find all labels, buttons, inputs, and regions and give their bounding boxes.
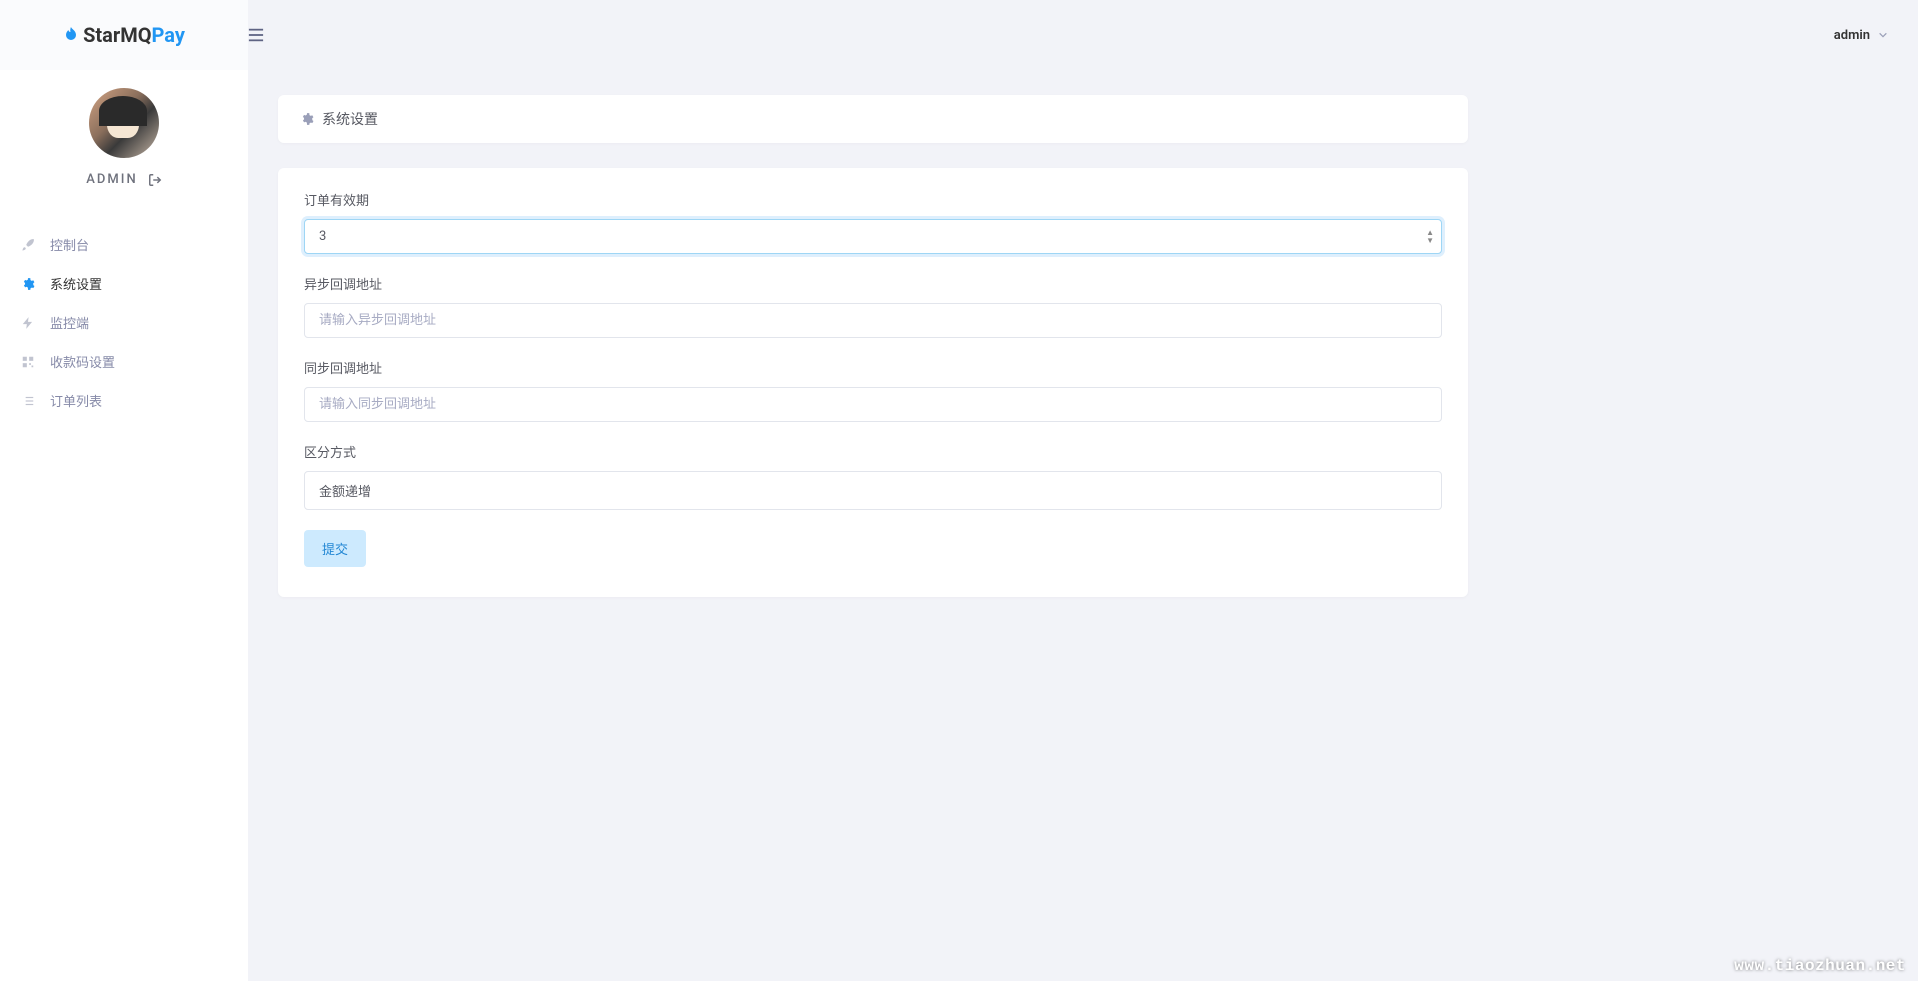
sidebar-item-label: 系统设置 [50,274,102,293]
sidebar-item-monitor[interactable]: 监控端 [0,303,248,342]
label-async-callback: 异步回调地址 [304,274,1442,293]
main-content: 系统设置 订单有效期 ▲ ▼ 异步回调地址 [248,0,1918,981]
brand-part2: MQ [120,23,151,47]
sidebar-nav: 控制台 系统设置 监控端 收款码设置 订单列表 [0,209,248,436]
page-title: 系统设置 [322,109,378,129]
sidebar-item-label: 订单列表 [50,391,102,410]
rocket-icon [20,237,36,253]
sidebar-item-console[interactable]: 控制台 [0,225,248,264]
select-diff-method[interactable]: 金额递增 [304,471,1442,510]
sidebar-item-orders[interactable]: 订单列表 [0,381,248,420]
sidebar-item-qrcode[interactable]: 收款码设置 [0,342,248,381]
input-order-valid[interactable] [304,219,1442,254]
number-spinner[interactable]: ▲ ▼ [1424,229,1436,245]
form-group-async-callback: 异步回调地址 [304,274,1442,338]
sidebar-item-label: 控制台 [50,235,89,254]
label-diff-method: 区分方式 [304,442,1442,461]
topbar: admin [0,0,1918,70]
label-sync-callback: 同步回调地址 [304,358,1442,377]
gear-icon [20,276,36,292]
input-sync-callback[interactable] [304,387,1442,422]
logout-icon[interactable] [148,173,162,187]
sidebar-user-name: ADMIN [86,172,137,187]
brand-part1: Star [83,23,120,47]
label-order-valid: 订单有效期 [304,190,1442,209]
user-dropdown[interactable]: admin [1834,28,1888,43]
menu-toggle-icon[interactable] [248,28,264,42]
chevron-down-icon [1878,30,1888,40]
bolt-icon [20,315,36,331]
list-icon [20,393,36,409]
topbar-user-label: admin [1834,28,1870,43]
spinner-down-icon[interactable]: ▼ [1424,237,1436,245]
sidebar-item-label: 收款码设置 [50,352,115,371]
form-group-order-valid: 订单有效期 ▲ ▼ [304,190,1442,254]
qrcode-icon [20,354,36,370]
submit-button[interactable]: 提交 [304,530,366,567]
settings-form-card: 订单有效期 ▲ ▼ 异步回调地址 同步回调地址 [278,168,1468,597]
gear-icon [300,112,314,126]
form-group-sync-callback: 同步回调地址 [304,358,1442,422]
sidebar: StarMQPay ADMIN 控制台 系统设置 [0,0,248,981]
flame-icon [63,26,79,44]
page-header-card: 系统设置 [278,95,1468,143]
brand-logo[interactable]: StarMQPay [0,0,248,70]
brand-part3: Pay [152,23,185,47]
input-async-callback[interactable] [304,303,1442,338]
sidebar-item-label: 监控端 [50,313,89,332]
watermark: www.tiaozhuan.net [1734,957,1906,975]
sidebar-user: ADMIN [0,70,248,209]
form-group-diff-method: 区分方式 金额递增 [304,442,1442,510]
sidebar-item-settings[interactable]: 系统设置 [0,264,248,303]
avatar[interactable] [89,88,159,158]
